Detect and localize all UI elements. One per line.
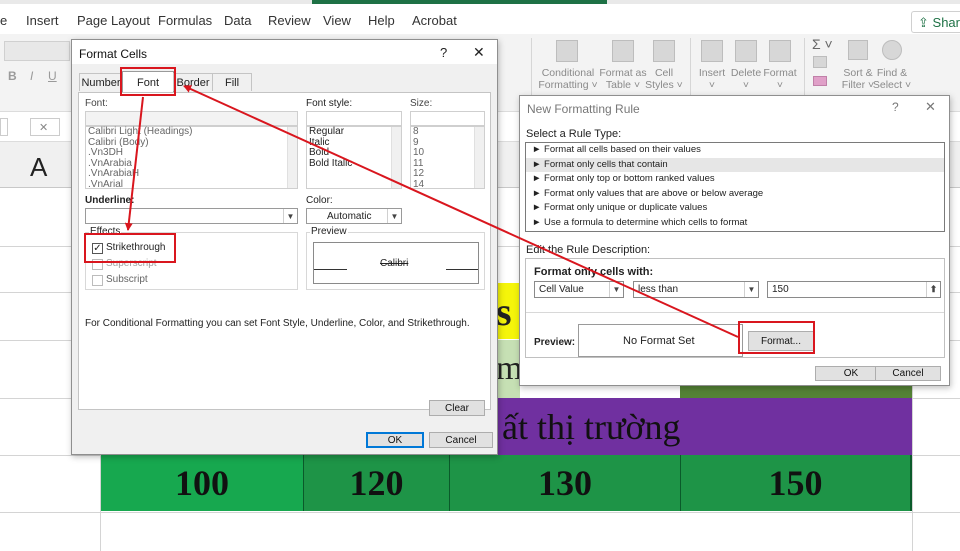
arrow-font-tab-to-strikethrough <box>124 96 144 231</box>
annotation-arrows <box>124 85 739 338</box>
arrow-format-to-font-tab <box>183 85 739 338</box>
